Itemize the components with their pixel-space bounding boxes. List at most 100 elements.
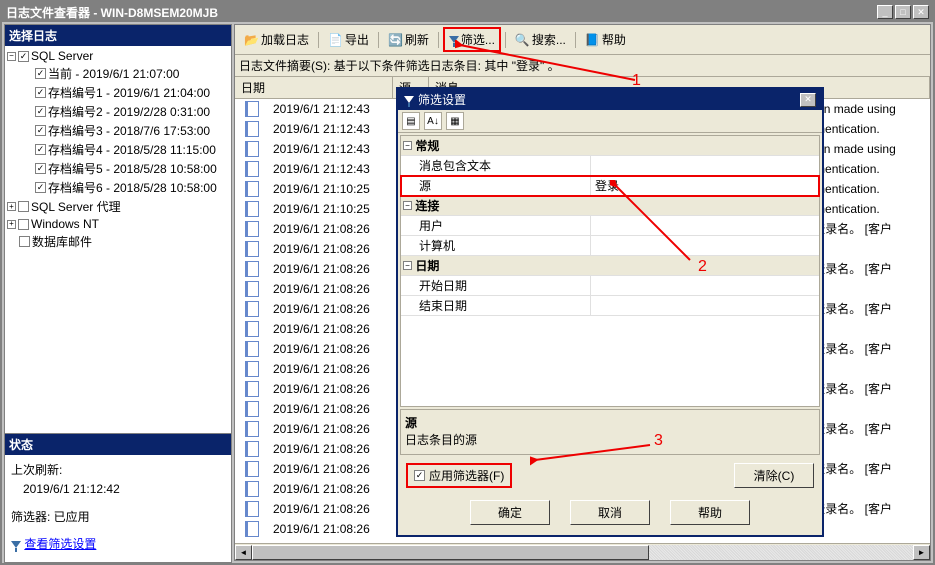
tree-dbmail[interactable]: 数据库邮件 [7, 232, 229, 251]
page-icon [245, 301, 259, 317]
window-title: 日志文件查看器 - WIN-D8MSEM20MJB [6, 4, 218, 21]
dialog-toolbar: ▤ A↓ ▦ [398, 110, 822, 133]
scroll-left-button[interactable]: ◄ [235, 545, 252, 560]
cell-date: 2019/6/1 21:08:26 [269, 502, 393, 516]
tree-sql-agent[interactable]: +SQL Server 代理 [7, 197, 229, 216]
dialog-close-button[interactable]: ✕ [800, 93, 816, 107]
checkbox[interactable] [18, 201, 29, 212]
titlebar: 日志文件查看器 - WIN-D8MSEM20MJB _ □ ✕ [2, 2, 933, 22]
cell-date: 2019/6/1 21:08:26 [269, 442, 393, 456]
tree-item[interactable]: 存档编号5 - 2018/5/28 10:58:00 [7, 159, 229, 178]
checkbox[interactable] [19, 236, 30, 247]
checkbox[interactable] [18, 51, 29, 62]
tree-item[interactable]: 存档编号2 - 2019/2/28 0:31:00 [7, 102, 229, 121]
maximize-button[interactable]: □ [895, 5, 911, 19]
cell-date: 2019/6/1 21:08:26 [269, 302, 393, 316]
prop-source-value[interactable]: 登录 [591, 176, 819, 195]
page-icon [245, 401, 259, 417]
page-icon [245, 141, 259, 157]
funnel-icon [11, 541, 21, 548]
apply-filter-checkbox[interactable] [414, 470, 425, 481]
help-button[interactable]: 📘帮助 [580, 28, 631, 51]
checkbox[interactable] [35, 163, 46, 174]
last-refresh-label: 上次刷新: [11, 461, 225, 478]
status-header: 状态 [5, 434, 231, 455]
cell-date: 2019/6/1 21:08:26 [269, 222, 393, 236]
horizontal-scrollbar[interactable]: ◄ ► [235, 543, 930, 560]
left-panel: 选择日志 − SQL Server 当前 - 2019/6/1 21:07:00… [4, 24, 232, 563]
categorized-icon[interactable]: ▤ [402, 112, 420, 130]
expander-icon[interactable]: − [7, 52, 16, 61]
checkbox[interactable] [35, 87, 46, 98]
dialog-titlebar: 筛选设置 ✕ [398, 89, 822, 110]
prop-enddate[interactable]: 结束日期 [401, 296, 591, 315]
cell-date: 2019/6/1 21:08:26 [269, 382, 393, 396]
expander-icon[interactable]: + [7, 220, 16, 229]
cell-date: 2019/6/1 21:08:26 [269, 402, 393, 416]
tree-windows-nt[interactable]: +Windows NT [7, 216, 229, 232]
page-icon [245, 221, 259, 237]
cell-date: 2019/6/1 21:08:26 [269, 422, 393, 436]
cell-date: 2019/6/1 21:08:26 [269, 282, 393, 296]
page-icon [245, 201, 259, 217]
cell-date: 2019/6/1 21:08:26 [269, 322, 393, 336]
checkbox[interactable] [35, 106, 46, 117]
alphabetical-icon[interactable]: A↓ [424, 112, 442, 130]
page-icon [245, 241, 259, 257]
tree-sql-server[interactable]: − SQL Server [7, 48, 229, 64]
prop-user[interactable]: 用户 [401, 216, 591, 235]
scroll-thumb[interactable] [252, 545, 649, 560]
checkbox[interactable] [35, 125, 46, 136]
export-button[interactable]: 📄导出 [323, 28, 374, 51]
toolbar: 📂加载日志 📄导出 🔄刷新 筛选... 🔍搜索... 📘帮助 [235, 25, 930, 55]
page-icon [245, 121, 259, 137]
expander-icon[interactable]: − [403, 261, 412, 270]
checkbox[interactable] [35, 182, 46, 193]
cell-date: 2019/6/1 21:08:26 [269, 462, 393, 476]
col-date[interactable]: 日期 [235, 77, 393, 98]
checkbox[interactable] [35, 68, 46, 79]
minimize-button[interactable]: _ [877, 5, 893, 19]
tree-item[interactable]: 存档编号3 - 2018/7/6 17:53:00 [7, 121, 229, 140]
clear-button[interactable]: 清除(C) [734, 463, 814, 488]
prop-source[interactable]: 源 [401, 176, 591, 195]
tree-item[interactable]: 存档编号6 - 2018/5/28 10:58:00 [7, 178, 229, 197]
expander-icon[interactable]: − [403, 201, 412, 210]
apply-filter-label[interactable]: 应用筛选器(F) [429, 467, 504, 484]
filter-button[interactable]: 筛选... [443, 27, 501, 52]
expander-icon[interactable]: − [403, 141, 412, 150]
view-filter-link[interactable]: 查看筛选设置 [24, 537, 96, 551]
tree-item[interactable]: 存档编号4 - 2018/5/28 11:15:00 [7, 140, 229, 159]
tree-item[interactable]: 当前 - 2019/6/1 21:07:00 [7, 64, 229, 83]
scroll-right-button[interactable]: ► [913, 545, 930, 560]
prop-startdate[interactable]: 开始日期 [401, 276, 591, 295]
page-icon [245, 101, 259, 117]
cell-date: 2019/6/1 21:12:43 [269, 122, 393, 136]
status-panel: 状态 上次刷新: 2019/6/1 21:12:42 筛选器: 已应用 查看筛选… [5, 433, 231, 562]
page-icon [245, 181, 259, 197]
cell-date: 2019/6/1 21:08:26 [269, 242, 393, 256]
description-box: 源 日志条目的源 [400, 409, 820, 455]
prop-msgcontains[interactable]: 消息包含文本 [401, 156, 591, 175]
cell-date: 2019/6/1 21:08:26 [269, 342, 393, 356]
property-grid[interactable]: − 常规 消息包含文本 源登录 − 连接 用户 计算机 − 日期 开始日期 结束… [400, 135, 820, 407]
tree-item[interactable]: 存档编号1 - 2019/6/1 21:04:00 [7, 83, 229, 102]
refresh-button[interactable]: 🔄刷新 [383, 28, 434, 51]
ok-button[interactable]: 确定 [470, 500, 550, 525]
expander-icon[interactable]: + [7, 202, 16, 211]
page-icon [245, 421, 259, 437]
cancel-button[interactable]: 取消 [570, 500, 650, 525]
page-icon [245, 381, 259, 397]
checkbox[interactable] [18, 219, 29, 230]
prop-computer[interactable]: 计算机 [401, 236, 591, 255]
page-icon [245, 501, 259, 517]
checkbox[interactable] [35, 144, 46, 155]
property-pages-icon[interactable]: ▦ [446, 112, 464, 130]
load-log-button[interactable]: 📂加载日志 [239, 28, 314, 51]
dialog-help-button[interactable]: 帮助 [670, 500, 750, 525]
close-button[interactable]: ✕ [913, 5, 929, 19]
last-refresh-value: 2019/6/1 21:12:42 [11, 482, 225, 496]
log-tree[interactable]: − SQL Server 当前 - 2019/6/1 21:07:00 存档编号… [5, 46, 231, 433]
page-icon [245, 521, 259, 537]
search-button[interactable]: 🔍搜索... [510, 28, 571, 51]
